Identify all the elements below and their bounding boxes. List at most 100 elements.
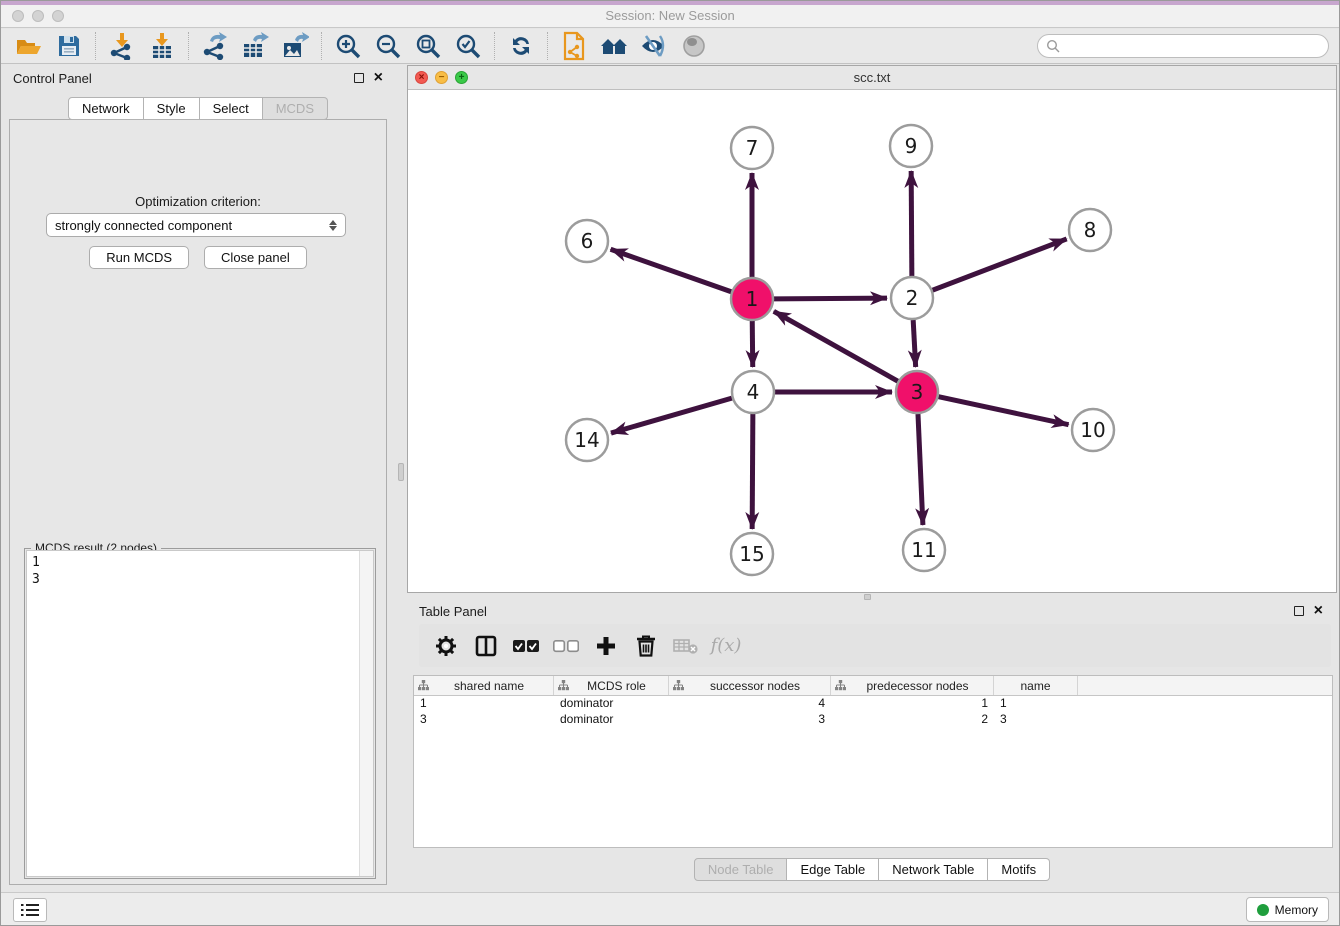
table-close-panel-icon[interactable]: × <box>1314 606 1323 616</box>
edge-1-6[interactable] <box>611 249 732 291</box>
zoom-selected-icon[interactable] <box>448 31 488 61</box>
memory-button[interactable]: Memory <box>1246 897 1329 922</box>
zoom-fit-icon[interactable] <box>408 31 448 61</box>
table-toolbar: f(x) <box>419 624 1331 667</box>
optimization-criterion-label: Optimization criterion: <box>10 194 386 209</box>
refresh-icon[interactable] <box>501 31 541 61</box>
cell-predecessor-nodes[interactable]: 1 <box>831 696 994 712</box>
tab-style[interactable]: Style <box>144 97 200 120</box>
node-label-14: 14 <box>574 428 599 452</box>
task-history-button[interactable] <box>13 898 47 922</box>
node-label-9: 9 <box>905 134 918 158</box>
add-icon[interactable] <box>591 631 621 661</box>
cell-name[interactable]: 1 <box>994 696 1078 712</box>
cell-shared-name[interactable]: 1 <box>414 696 554 712</box>
control-panel: Control Panel × Optimization criterion: … <box>1 65 395 885</box>
table-panel: Table Panel × <box>407 598 1337 894</box>
home-icon[interactable] <box>594 31 634 61</box>
table-row[interactable]: 1 dominator 4 1 1 <box>414 696 1332 712</box>
cell-mcds-role[interactable]: dominator <box>554 696 669 712</box>
tree-icon <box>673 680 684 691</box>
tab-select[interactable]: Select <box>200 97 263 120</box>
edge-4-15[interactable] <box>752 414 753 529</box>
column-header-mcds-role[interactable]: MCDS role <box>554 676 669 695</box>
tab-motifs[interactable]: Motifs <box>988 858 1050 881</box>
export-image-icon[interactable] <box>275 31 315 61</box>
network-report-icon[interactable] <box>554 31 594 61</box>
network-window-titlebar[interactable]: × − + scc.txt <box>408 66 1336 90</box>
cell-mcds-role[interactable]: dominator <box>554 712 669 728</box>
table-float-panel-icon[interactable] <box>1294 606 1304 616</box>
cell-name[interactable]: 3 <box>994 712 1078 728</box>
tab-node-table[interactable]: Node Table <box>694 858 788 881</box>
export-network-icon[interactable] <box>195 31 235 61</box>
table-row[interactable]: 3 dominator 3 2 3 <box>414 712 1332 728</box>
select-all-icon[interactable] <box>511 631 541 661</box>
window-title: Session: New Session <box>1 8 1339 23</box>
optimization-criterion-value: strongly connected component <box>55 218 232 233</box>
node-label-11: 11 <box>911 538 936 562</box>
close-panel-button[interactable]: Close panel <box>204 246 307 269</box>
open-file-icon[interactable] <box>9 31 49 61</box>
tab-network-table[interactable]: Network Table <box>879 858 988 881</box>
edge-1-2[interactable] <box>774 298 887 299</box>
sphere-icon[interactable] <box>674 31 714 61</box>
tree-icon <box>558 680 569 691</box>
edge-2-3[interactable] <box>913 320 916 367</box>
toolbar-separator <box>494 32 495 60</box>
node-label-2: 2 <box>906 286 919 310</box>
tab-edge-table[interactable]: Edge Table <box>787 858 879 881</box>
optimization-criterion-select[interactable]: strongly connected component <box>46 213 346 237</box>
column-header-name[interactable]: name <box>994 676 1078 695</box>
edge-3-11[interactable] <box>918 414 923 525</box>
network-graph[interactable]: 7968124314101511 <box>408 90 1336 592</box>
hide-panel-icon[interactable] <box>634 31 674 61</box>
edge-2-8[interactable] <box>933 239 1067 290</box>
delete-table-icon[interactable] <box>671 631 701 661</box>
edge-3-10[interactable] <box>939 397 1069 425</box>
cell-predecessor-nodes[interactable]: 2 <box>831 712 994 728</box>
float-panel-icon[interactable] <box>354 73 364 83</box>
tab-mcds[interactable]: MCDS <box>263 97 328 120</box>
node-label-4: 4 <box>747 380 760 404</box>
column-header-successor-nodes[interactable]: successor nodes <box>669 676 831 695</box>
deselect-all-icon[interactable] <box>551 631 581 661</box>
mcds-result-group: MCDS result (2 nodes) 1 3 <box>24 548 376 879</box>
node-label-8: 8 <box>1084 218 1097 242</box>
zoom-in-icon[interactable] <box>328 31 368 61</box>
status-bar: Memory <box>1 892 1339 925</box>
delete-icon[interactable] <box>631 631 661 661</box>
import-table-icon[interactable] <box>142 31 182 61</box>
table-header: shared name MCDS role successor nodes pr… <box>414 676 1332 696</box>
vertical-splitter-handle[interactable] <box>398 463 404 481</box>
columns-icon[interactable] <box>471 631 501 661</box>
edge-3-1[interactable] <box>774 311 898 381</box>
save-session-icon[interactable] <box>49 31 89 61</box>
tab-network[interactable]: Network <box>68 97 144 120</box>
zoom-out-icon[interactable] <box>368 31 408 61</box>
network-canvas[interactable]: 7968124314101511 <box>408 90 1336 592</box>
edge-4-14[interactable] <box>611 398 732 433</box>
toolbar-separator <box>547 32 548 60</box>
cell-shared-name[interactable]: 3 <box>414 712 554 728</box>
cell-successor-nodes[interactable]: 3 <box>669 712 831 728</box>
import-network-icon[interactable] <box>102 31 142 61</box>
run-mcds-button[interactable]: Run MCDS <box>89 246 189 269</box>
export-table-icon[interactable] <box>235 31 275 61</box>
toolbar-separator <box>188 32 189 60</box>
close-panel-icon[interactable]: × <box>374 73 383 83</box>
toolbar-separator <box>321 32 322 60</box>
control-panel-tabs: Network Style Select MCDS <box>68 97 328 120</box>
gear-icon[interactable] <box>431 631 461 661</box>
column-header-predecessor-nodes[interactable]: predecessor nodes <box>831 676 994 695</box>
edge-2-9[interactable] <box>911 171 912 276</box>
main-toolbar <box>1 29 1339 64</box>
result-scrollbar[interactable] <box>359 551 373 876</box>
search-box <box>1037 34 1329 58</box>
search-input[interactable] <box>1060 37 1328 55</box>
list-icon <box>21 903 39 917</box>
function-builder-icon[interactable]: f(x) <box>711 631 741 661</box>
column-header-shared-name[interactable]: shared name <box>414 676 554 695</box>
cell-successor-nodes[interactable]: 4 <box>669 696 831 712</box>
mcds-result-area[interactable]: 1 3 <box>26 550 374 877</box>
